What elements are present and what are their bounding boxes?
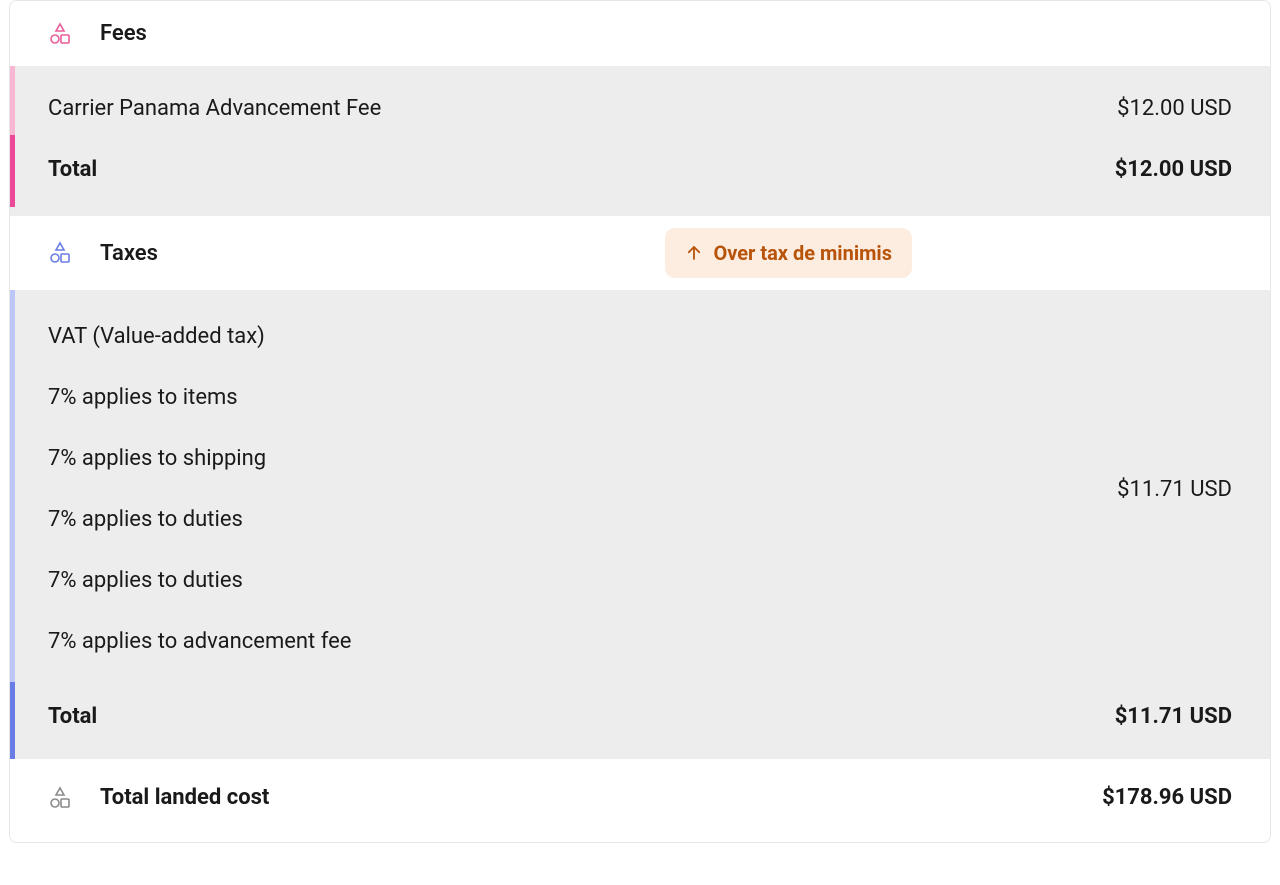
total-landed-cost-label: Total landed cost — [100, 781, 269, 814]
vat-row: VAT (Value-added tax) 7% applies to item… — [10, 290, 1270, 682]
fees-total-row: Total $12.00 USD — [10, 135, 1270, 212]
taxes-total-value: $11.71 USD — [1115, 700, 1232, 733]
vat-detail: 7% applies to shipping — [48, 442, 351, 475]
taxes-block: VAT (Value-added tax) 7% applies to item… — [10, 290, 1270, 759]
shapes-icon — [48, 786, 72, 810]
fee-value: $12.00 USD — [1117, 92, 1232, 125]
fees-block: Carrier Panama Advancement Fee $12.00 US… — [10, 66, 1270, 216]
accent-bar — [10, 682, 15, 759]
cost-breakdown-card: Fees Carrier Panama Advancement Fee $12.… — [9, 0, 1271, 843]
taxes-total-label: Total — [48, 700, 97, 733]
vat-title: VAT (Value-added tax) — [48, 320, 351, 353]
shapes-icon — [48, 241, 72, 265]
vat-detail: 7% applies to advancement fee — [48, 625, 351, 658]
vat-detail: 7% applies to duties — [48, 564, 351, 597]
vat-value: $11.71 USD — [1117, 473, 1232, 506]
total-landed-cost-row: Total landed cost $178.96 USD — [10, 759, 1270, 842]
badge-label: Over tax de minimis — [713, 238, 892, 268]
fees-title: Fees — [100, 17, 147, 50]
accent-bar — [10, 66, 15, 146]
fees-total-label: Total — [48, 153, 97, 186]
accent-bar — [10, 290, 15, 682]
taxes-section-header: Taxes Over tax de minimis — [10, 216, 1270, 290]
fees-total-value: $12.00 USD — [1115, 153, 1232, 186]
vat-detail: 7% applies to duties — [48, 503, 351, 536]
shapes-icon — [48, 22, 72, 46]
over-de-minimis-badge: Over tax de minimis — [665, 228, 912, 278]
fee-row: Carrier Panama Advancement Fee $12.00 US… — [10, 66, 1270, 135]
vat-details: VAT (Value-added tax) 7% applies to item… — [48, 320, 351, 658]
vat-detail: 7% applies to items — [48, 381, 351, 414]
fees-section-header: Fees — [10, 1, 1270, 66]
arrow-up-icon — [685, 244, 703, 262]
fee-label: Carrier Panama Advancement Fee — [48, 92, 381, 125]
total-landed-cost-value: $178.96 USD — [1102, 781, 1232, 814]
taxes-total-row: Total $11.71 USD — [10, 682, 1270, 759]
taxes-title: Taxes — [100, 237, 158, 270]
accent-bar — [10, 135, 15, 207]
